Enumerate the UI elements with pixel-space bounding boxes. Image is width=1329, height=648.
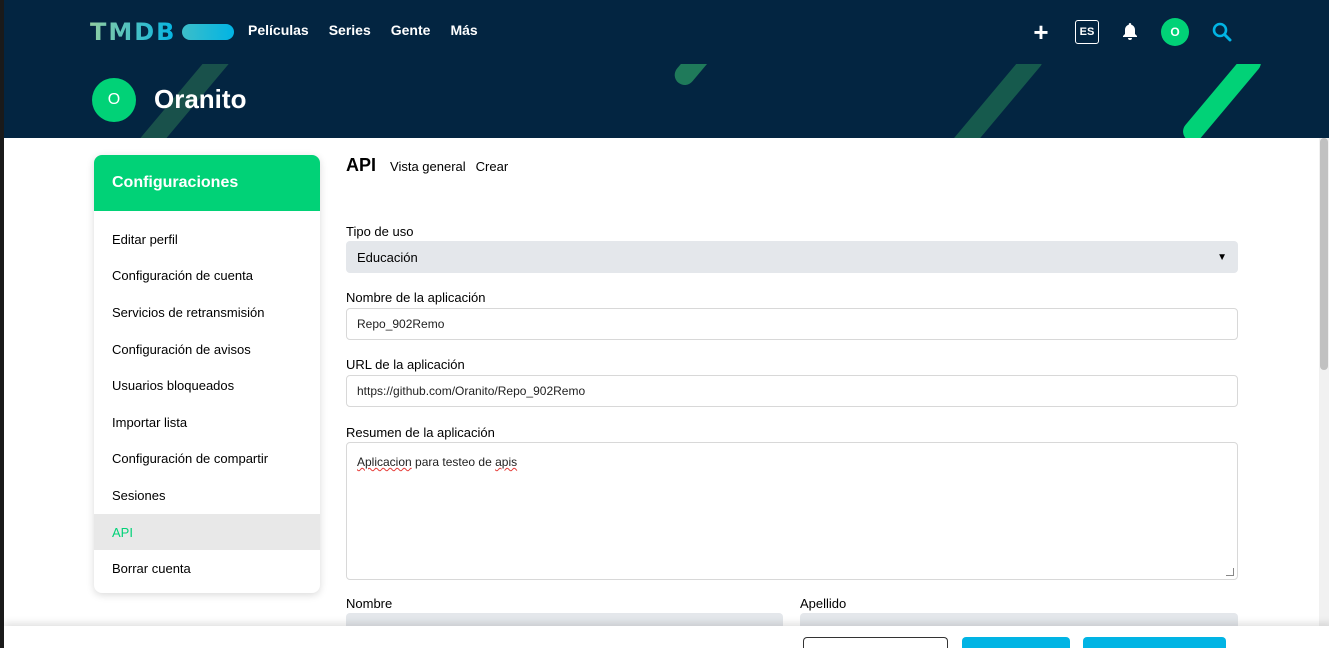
tab-create[interactable]: Crear bbox=[476, 159, 509, 174]
sidebar-item-sharing-settings[interactable]: Configuración de compartir bbox=[94, 441, 320, 478]
sidebar-item-delete-account[interactable]: Borrar cuenta bbox=[94, 550, 320, 587]
blue-button[interactable] bbox=[962, 637, 1070, 648]
app-name-input[interactable]: Repo_902Remo bbox=[346, 308, 1238, 340]
blue-button-wide[interactable] bbox=[1083, 637, 1226, 648]
profile-banner: O Oranito bbox=[4, 64, 1329, 138]
summary-text: para testeo de bbox=[411, 455, 496, 469]
top-navigation: TMDB Películas Series Gente Más + ES O bbox=[4, 0, 1329, 64]
outline-button[interactable] bbox=[803, 637, 948, 648]
nav-link-series[interactable]: Series bbox=[329, 22, 371, 38]
decorative-stripe bbox=[941, 64, 1047, 138]
decorative-stripe bbox=[1178, 64, 1266, 138]
header-tools: + ES O bbox=[1029, 18, 1233, 46]
nav-link-more[interactable]: Más bbox=[450, 22, 477, 38]
nav-link-people[interactable]: Gente bbox=[391, 22, 431, 38]
api-title: API bbox=[346, 155, 377, 175]
page-scrollbar-thumb[interactable] bbox=[1320, 138, 1328, 370]
settings-sidebar: Configuraciones Editar perfil Configurac… bbox=[94, 155, 320, 593]
sidebar-item-import-list[interactable]: Importar lista bbox=[94, 404, 320, 441]
profile-avatar[interactable]: O bbox=[92, 78, 136, 122]
bell-icon[interactable] bbox=[1121, 21, 1139, 43]
browser-viewport: TMDB Películas Series Gente Más + ES O O… bbox=[0, 0, 1329, 648]
api-subnav: API Vista general Crear bbox=[346, 155, 1238, 185]
sidebar-item-notifications[interactable]: Configuración de avisos bbox=[94, 331, 320, 368]
sidebar-heading: Configuraciones bbox=[94, 155, 320, 211]
tmdb-logo[interactable]: TMDB bbox=[90, 17, 235, 47]
sidebar-item-api[interactable]: API bbox=[94, 513, 320, 551]
logo-pill-shape bbox=[182, 24, 235, 40]
first-name-label: Nombre bbox=[346, 596, 393, 611]
app-summary-label: Resumen de la aplicación bbox=[346, 425, 495, 440]
misspelled-word: apis bbox=[495, 455, 518, 469]
sidebar-item-blocked-users[interactable]: Usuarios bloqueados bbox=[94, 367, 320, 404]
usage-type-label: Tipo de uso bbox=[346, 224, 414, 239]
sidebar-item-sessions[interactable]: Sesiones bbox=[94, 477, 320, 514]
add-icon[interactable]: + bbox=[1029, 18, 1053, 46]
logo-text: TMDB bbox=[90, 18, 177, 46]
usage-type-value: Educación bbox=[357, 249, 418, 265]
app-url-input[interactable]: https://github.com/Oranito/Repo_902Remo bbox=[346, 375, 1238, 407]
misspelled-word: Aplicacion bbox=[357, 455, 412, 469]
tab-overview[interactable]: Vista general bbox=[390, 159, 466, 174]
decorative-stripe bbox=[670, 64, 738, 90]
resize-handle-icon[interactable] bbox=[1226, 568, 1234, 576]
user-avatar-button[interactable]: O bbox=[1161, 18, 1189, 46]
sidebar-item-account-settings[interactable]: Configuración de cuenta bbox=[94, 258, 320, 295]
sidebar-menu: Editar perfil Configuración de cuenta Se… bbox=[94, 211, 320, 587]
app-name-label: Nombre de la aplicación bbox=[346, 290, 486, 305]
profile-name[interactable]: Oranito bbox=[154, 84, 246, 115]
api-content: API Vista general Crear bbox=[346, 155, 1238, 185]
caret-down-icon: ▼ bbox=[1217, 251, 1227, 263]
last-name-label: Apellido bbox=[800, 596, 847, 611]
sidebar-item-edit-profile[interactable]: Editar perfil bbox=[94, 221, 320, 258]
usage-type-select[interactable]: Educación ▼ bbox=[346, 241, 1238, 273]
search-icon[interactable] bbox=[1211, 21, 1233, 43]
app-summary-textarea[interactable]: Aplicacion para testeo de apis bbox=[346, 442, 1238, 580]
app-url-label: URL de la aplicación bbox=[346, 357, 465, 372]
sidebar-item-streaming-services[interactable]: Servicios de retransmisión bbox=[94, 294, 320, 331]
main-menu: Películas Series Gente Más bbox=[248, 22, 498, 38]
nav-link-movies[interactable]: Películas bbox=[248, 22, 309, 38]
language-button[interactable]: ES bbox=[1075, 20, 1099, 44]
